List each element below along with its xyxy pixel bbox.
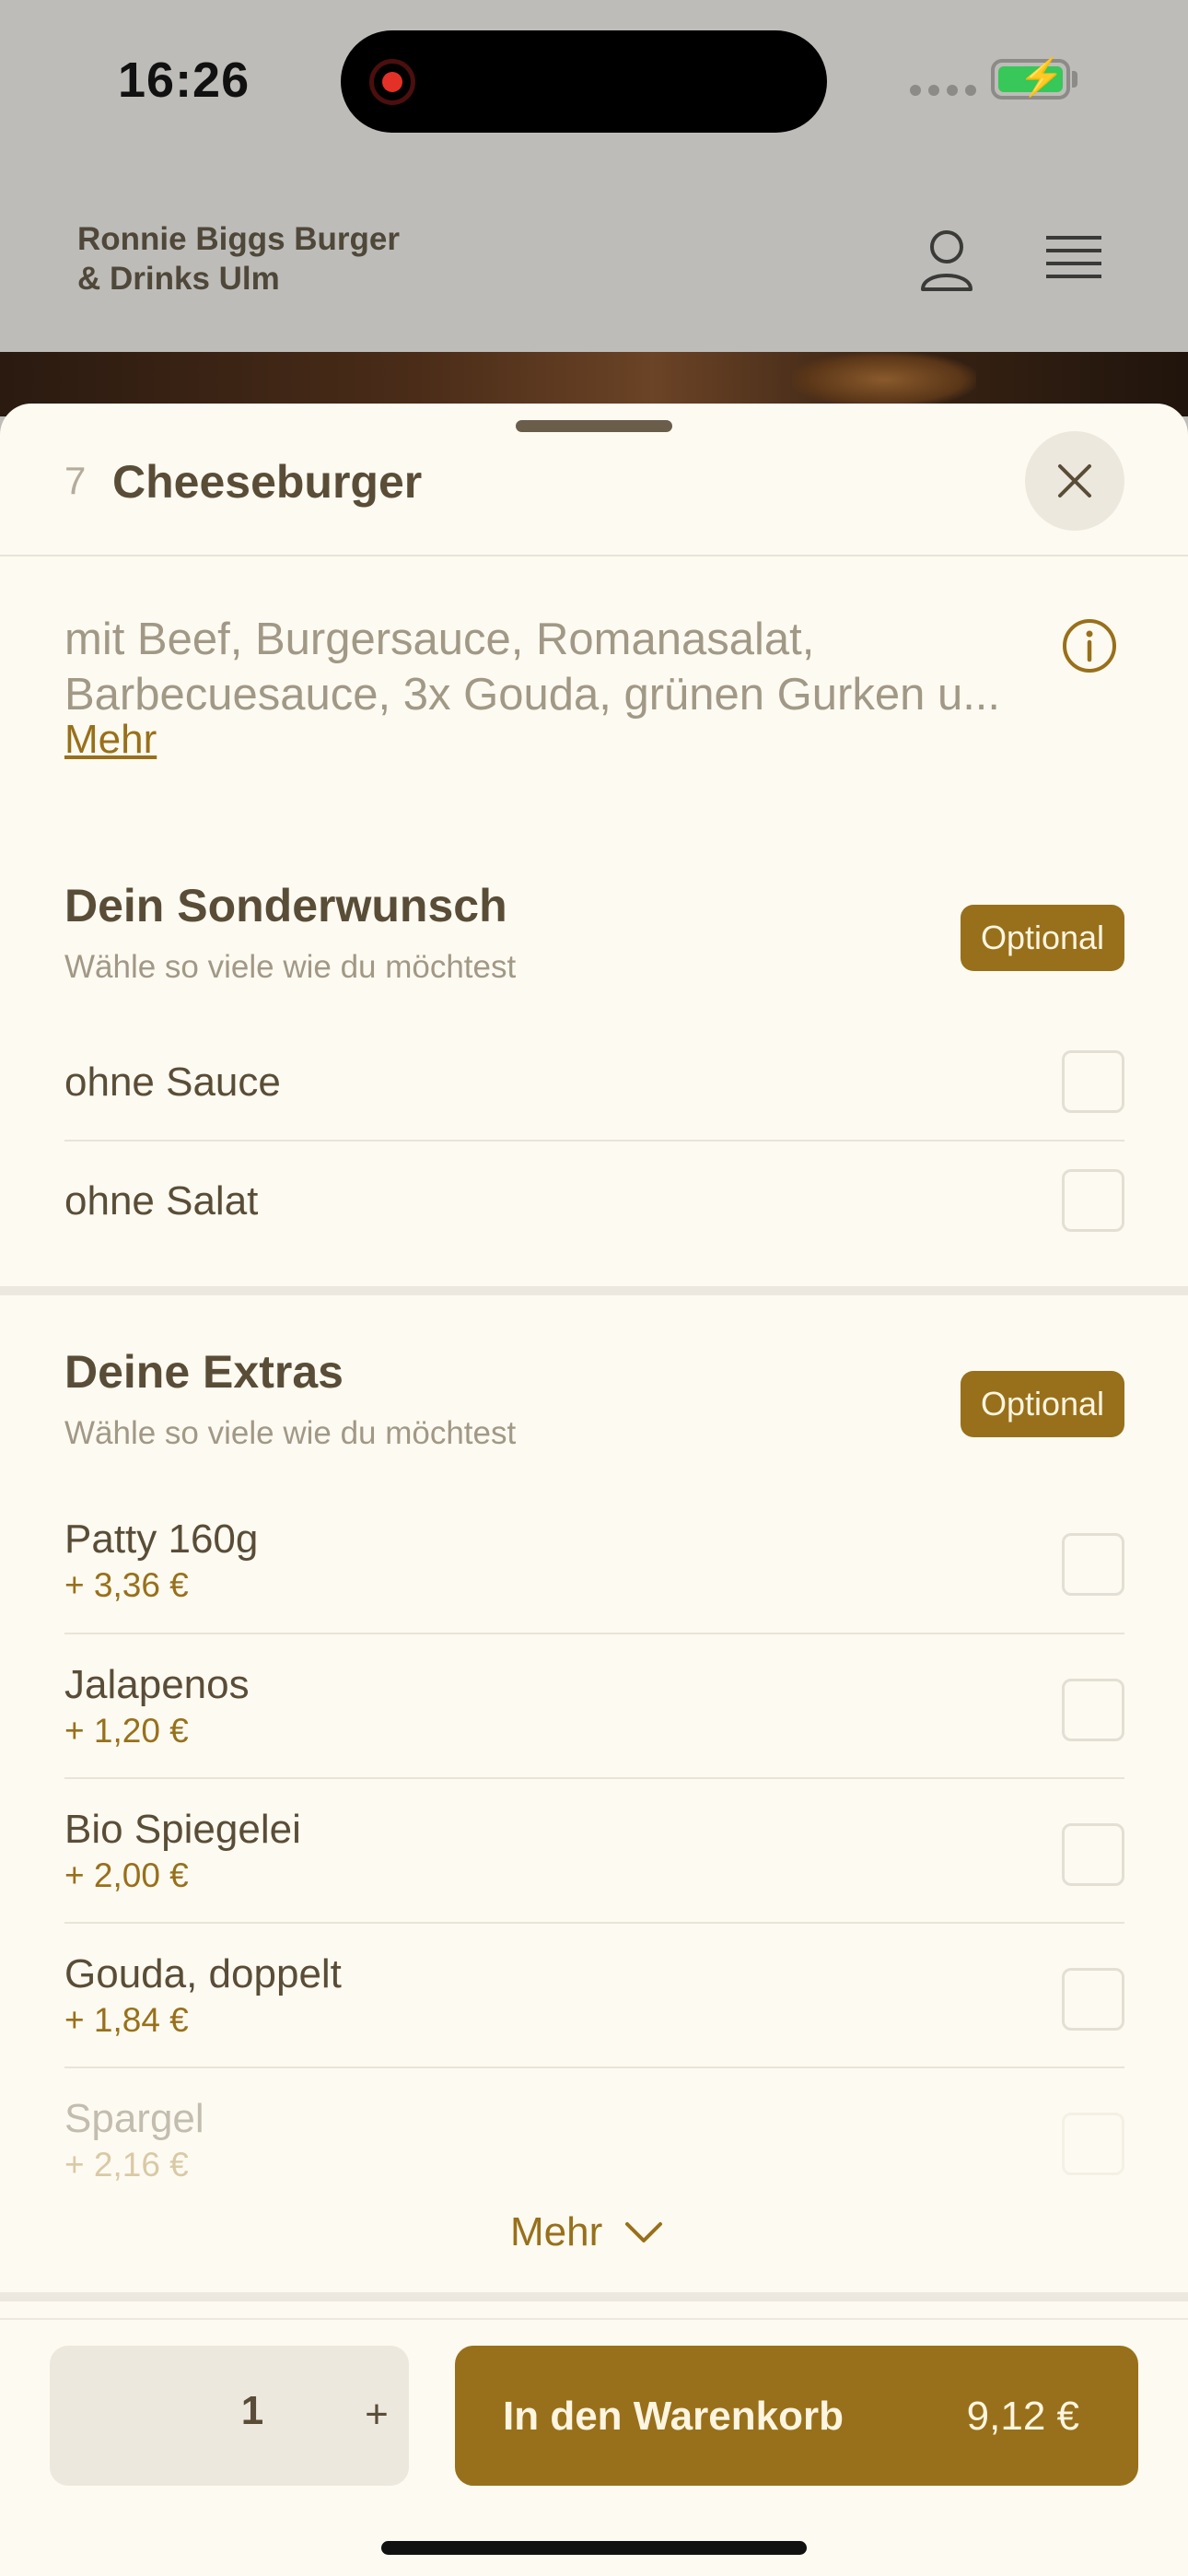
battery-cap [1072,71,1077,88]
quantity-stepper[interactable]: 1 + [50,2346,409,2486]
item-title: Cheeseburger [112,456,423,508]
description-more-link[interactable]: Mehr [64,717,157,763]
option-row[interactable]: ohne Sauce [64,1023,1124,1142]
close-icon [1058,464,1091,498]
restaurant-name[interactable]: Ronnie Biggs Burger & Drinks Ulm [77,219,400,299]
item-description: mit Beef, Burgersauce, Romanasalat, Barb… [64,612,1041,722]
section-title-special-request: Dein Sonderwunsch [64,880,507,931]
option-checkbox[interactable] [1062,1533,1124,1596]
extra-option-price: + 1,84 € [64,2001,189,2039]
section-subtitle-extras: Wähle so viele wie du möchtest [64,1415,517,1451]
restaurant-name-line2: & Drinks Ulm [77,261,280,297]
total-price: 9,12 € [966,2394,1079,2439]
option-checkbox[interactable] [1062,1050,1124,1113]
extra-option-label: Jalapenos [64,1662,250,1707]
section-divider [0,2292,1188,2301]
battery-icon: ⚡ [991,59,1070,100]
hamburger-menu-icon[interactable] [1044,232,1103,284]
extra-option-row[interactable]: Spargel + 2,16 € [64,2068,1124,2188]
show-more-label: Mehr [510,2209,603,2254]
item-description-line1: mit Beef, Burgersauce, Romanasalat, [64,615,815,664]
app-header: Ronnie Biggs Burger & Drinks Ulm [0,166,1188,352]
option-checkbox[interactable] [1062,1679,1124,1741]
add-to-cart-label: In den Warenkorb [503,2394,844,2439]
extra-option-price: + 2,16 € [64,2146,189,2184]
hero-image-glass [792,352,976,407]
option-checkbox[interactable] [1062,1823,1124,1886]
option-label: ohne Sauce [64,1060,281,1105]
extra-option-row[interactable]: Patty 160g + 3,36 € [64,1489,1124,1634]
status-bar: 16:26 ⚡ [0,0,1188,166]
extra-option-row[interactable]: Jalapenos + 1,20 € [64,1634,1124,1779]
quantity-value: 1 [240,2388,264,2433]
section-subtitle-special-request: Wähle so viele wie du möchtest [64,949,517,985]
close-button[interactable] [1025,431,1124,531]
extra-option-row[interactable]: Gouda, doppelt + 1,84 € [64,1924,1124,2068]
option-checkbox[interactable] [1062,1968,1124,2031]
user-icon[interactable] [917,227,976,293]
add-to-cart-button[interactable]: In den Warenkorb 9,12 € [455,2346,1138,2486]
optional-badge: Optional [961,905,1124,971]
item-description-line2: Barbecuesauce, 3x Gouda, grünen Gurken u… [64,670,1001,720]
recording-indicator-icon [369,59,415,105]
sheet-header: 7 Cheeseburger [0,404,1188,556]
increase-quantity-button[interactable]: + [344,2383,409,2447]
section-title-extras: Deine Extras [64,1346,344,1398]
extra-option-price: + 3,36 € [64,1566,189,1604]
option-label: ohne Salat [64,1178,259,1224]
checkout-bar: 1 + In den Warenkorb 9,12 € [0,2318,1188,2576]
charging-bolt-icon: ⚡ [1019,57,1065,98]
optional-badge: Optional [961,1371,1124,1437]
extra-option-label: Patty 160g [64,1516,259,1562]
status-time: 16:26 [118,53,250,108]
chevron-down-icon [625,2222,663,2242]
product-sheet: 7 Cheeseburger mit Beef, Burgersauce, Ro… [0,404,1188,2576]
dynamic-island [341,30,827,133]
option-row[interactable]: ohne Salat [64,1142,1124,1259]
extra-option-row[interactable]: Bio Spiegelei + 2,00 € [64,1779,1124,1924]
section-divider [0,1286,1188,1295]
cellular-signal-icon [910,85,976,96]
extra-option-price: + 1,20 € [64,1712,189,1750]
option-checkbox[interactable] [1062,1169,1124,1232]
extra-option-label: Bio Spiegelei [64,1807,301,1852]
item-number: 7 [64,459,87,502]
info-icon[interactable] [1061,617,1118,674]
extra-option-label: Gouda, doppelt [64,1951,342,1996]
show-more-extras-button[interactable]: Mehr [510,2209,663,2255]
extra-option-label: Spargel [64,2096,204,2141]
home-indicator[interactable] [381,2541,807,2555]
option-checkbox[interactable] [1062,2113,1124,2175]
restaurant-name-line1: Ronnie Biggs Burger [77,221,401,257]
extra-option-price: + 2,00 € [64,1856,189,1894]
